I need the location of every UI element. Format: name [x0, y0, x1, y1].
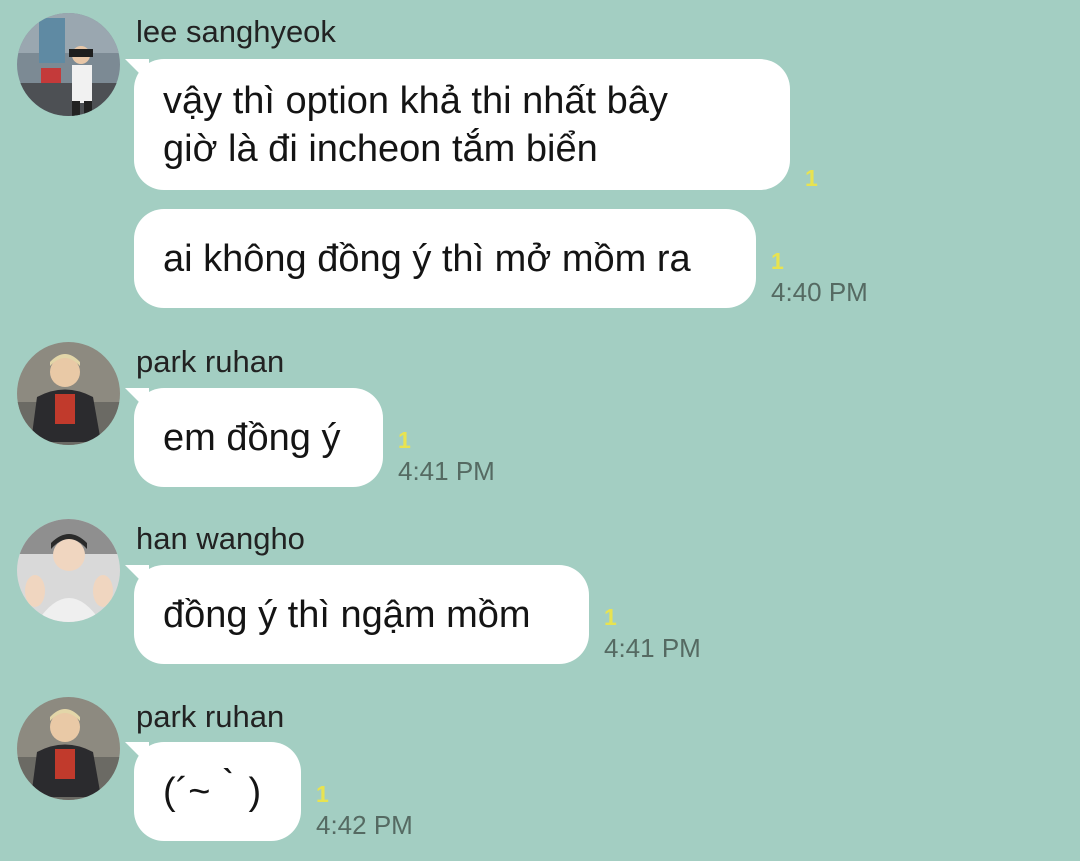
- sender-name: park ruhan: [136, 699, 285, 734]
- message-bubble[interactable]: ai không đồng ý thì mở mồm ra: [134, 209, 756, 308]
- sender-name: han wangho: [136, 521, 305, 556]
- avatar[interactable]: [17, 342, 120, 445]
- message-time: 4:41 PM: [398, 456, 495, 486]
- message-bubble[interactable]: vậy thì option khả thi nhất bây giờ là đ…: [134, 59, 790, 190]
- unread-count: 1: [805, 165, 818, 191]
- sender-name: park ruhan: [136, 344, 285, 379]
- message-row: em đồng ý 1 4:41 PM: [134, 388, 495, 487]
- message-bubble[interactable]: (´~｀): [134, 742, 301, 841]
- unread-count: 1: [771, 248, 784, 274]
- unread-count: 1: [316, 781, 329, 807]
- message-meta: 1 4:42 PM: [316, 779, 413, 841]
- avatar[interactable]: [17, 13, 120, 116]
- message-meta: 1: [805, 163, 818, 193]
- message-text: (´~｀): [163, 770, 262, 813]
- message-bubble[interactable]: đồng ý thì ngậm mồm: [134, 565, 589, 664]
- unread-count: 1: [398, 427, 411, 453]
- message-text: em đồng ý: [163, 416, 341, 459]
- avatar-image: [17, 697, 120, 800]
- avatar-image: [17, 342, 120, 445]
- unread-count: 1: [604, 604, 617, 630]
- chat-screen: { "messages": [ { "sender": "lee sanghye…: [0, 0, 1080, 861]
- message-text: đồng ý thì ngậm mồm: [163, 593, 531, 636]
- message-text: ai không đồng ý thì mở mồm ra: [163, 237, 691, 280]
- message-bubble[interactable]: em đồng ý: [134, 388, 383, 487]
- avatar[interactable]: [17, 519, 120, 622]
- message-meta: 1 4:41 PM: [604, 602, 701, 664]
- message-time: 4:40 PM: [771, 277, 868, 307]
- message-time: 4:41 PM: [604, 633, 701, 663]
- avatar[interactable]: [17, 697, 120, 800]
- message-meta: 1 4:40 PM: [771, 246, 868, 308]
- message-meta: 1 4:41 PM: [398, 425, 495, 487]
- message-text: vậy thì option khả thi nhất bây giờ là đ…: [163, 79, 668, 170]
- sender-name: lee sanghyeok: [136, 14, 336, 49]
- avatar-image: [17, 519, 120, 622]
- message-row: (´~｀) 1 4:42 PM: [134, 742, 413, 841]
- message-row: đồng ý thì ngậm mồm 1 4:41 PM: [134, 565, 701, 664]
- message-row: ai không đồng ý thì mở mồm ra 1 4:40 PM: [134, 209, 868, 308]
- message-row: vậy thì option khả thi nhất bây giờ là đ…: [134, 59, 818, 193]
- avatar-image: [17, 13, 120, 116]
- message-time: 4:42 PM: [316, 810, 413, 840]
